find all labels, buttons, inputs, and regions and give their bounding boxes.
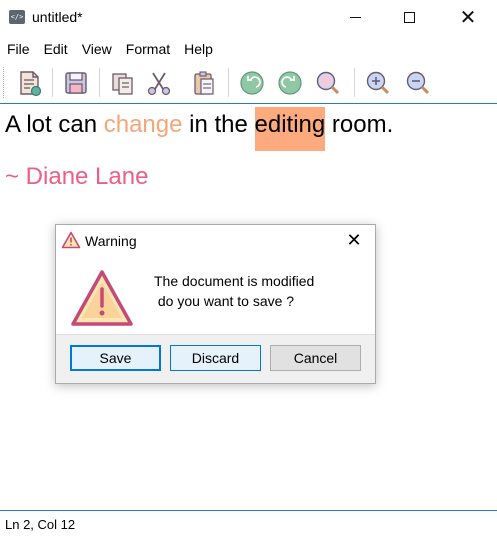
zoom-in-icon xyxy=(366,71,390,95)
undo-button[interactable] xyxy=(236,67,268,99)
text-segment: room. xyxy=(325,111,394,138)
highlighted-text-segment: editing xyxy=(254,107,326,151)
paste-button[interactable] xyxy=(188,67,220,99)
warning-small-icon xyxy=(61,231,81,254)
cursor-position: Ln 2, Col 12 xyxy=(5,517,76,532)
dialog-title: Warning xyxy=(85,233,137,249)
maximize-button[interactable] xyxy=(386,0,432,34)
zoom-out-icon xyxy=(406,71,430,95)
text-segment: A lot can xyxy=(5,111,104,138)
zoom-in-button[interactable] xyxy=(362,67,394,99)
menu-help[interactable]: Help xyxy=(177,38,220,60)
menu-view[interactable]: View xyxy=(75,38,119,60)
window-title: untitled* xyxy=(32,9,83,25)
cut-icon xyxy=(147,72,171,96)
dialog-close-button[interactable]: ✕ xyxy=(341,228,367,254)
new-document-icon xyxy=(20,71,42,97)
close-button[interactable]: ✕ xyxy=(445,0,491,34)
editor-line-2: ~ Diane Lane xyxy=(5,163,149,190)
toolbar-separator xyxy=(228,68,229,97)
menu-bar: File Edit View Format Help xyxy=(0,38,220,60)
close-icon: ✕ xyxy=(346,230,362,251)
paste-icon xyxy=(194,71,214,95)
copy-icon xyxy=(112,73,133,95)
menu-edit[interactable]: Edit xyxy=(37,38,75,60)
redo-button[interactable] xyxy=(274,67,306,99)
close-icon: ✕ xyxy=(459,5,477,29)
new-document-button[interactable] xyxy=(13,67,45,99)
toolbar-separator xyxy=(52,68,53,97)
toolbar-separator xyxy=(99,68,100,97)
dialog-message: The document is modified do you want to … xyxy=(154,273,315,309)
dialog-title-bar: Warning ✕ xyxy=(56,225,375,257)
maximize-icon xyxy=(403,11,415,23)
title-bar: </> untitled* ✕ xyxy=(0,0,497,35)
discard-button[interactable]: Discard xyxy=(170,345,261,371)
toolbar-separator xyxy=(354,68,355,97)
orange-text-segment: change xyxy=(103,111,183,138)
zoom-reset-button[interactable] xyxy=(312,67,344,99)
editor-line-1: A lot can change in the editing room. xyxy=(5,107,394,151)
menu-file[interactable]: File xyxy=(0,38,37,60)
save-icon xyxy=(65,72,87,94)
redo-icon xyxy=(278,71,302,95)
toolbar-grip[interactable] xyxy=(3,67,6,98)
zoom-out-button[interactable] xyxy=(402,67,434,99)
app-icon: </> xyxy=(9,10,25,24)
toolbar xyxy=(0,61,497,104)
cut-button[interactable] xyxy=(142,67,174,99)
cancel-button[interactable]: Cancel xyxy=(270,345,361,371)
warning-icon xyxy=(69,268,135,333)
save-button[interactable]: Save xyxy=(70,345,161,371)
zoom-reset-icon xyxy=(316,71,340,95)
copy-button[interactable] xyxy=(107,67,139,99)
undo-icon xyxy=(240,71,264,95)
warning-dialog: Warning ✕ The document is modified do yo… xyxy=(55,224,376,384)
minimize-icon xyxy=(349,16,361,18)
status-bar: Ln 2, Col 12 xyxy=(0,510,497,537)
menu-format[interactable]: Format xyxy=(119,38,177,60)
text-segment: in the xyxy=(182,111,255,138)
save-button[interactable] xyxy=(60,67,92,99)
minimize-button[interactable] xyxy=(332,0,378,34)
dialog-body: The document is modified do you want to … xyxy=(56,257,375,334)
dialog-footer: Save Discard Cancel xyxy=(56,334,375,383)
